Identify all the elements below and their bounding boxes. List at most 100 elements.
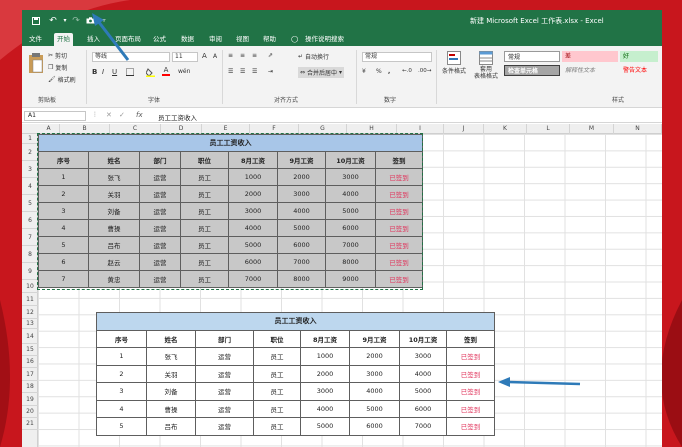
- comma-style-icon[interactable]: ,: [388, 68, 390, 75]
- row-header-5[interactable]: 5: [22, 195, 38, 212]
- column-header-cell[interactable]: 部门: [195, 329, 254, 348]
- column-header-cell[interactable]: 姓名: [146, 329, 196, 348]
- table-cell[interactable]: 刘备: [146, 382, 196, 401]
- table-cell[interactable]: 7000: [277, 253, 326, 271]
- table-cell[interactable]: 6000: [277, 236, 326, 254]
- grow-font-button[interactable]: A: [202, 52, 207, 60]
- tab-home[interactable]: 开始: [54, 33, 73, 46]
- table-cell[interactable]: 4000: [277, 202, 326, 220]
- column-header-cell[interactable]: 序号: [96, 329, 147, 348]
- table-cell[interactable]: 3: [38, 202, 89, 220]
- decrease-decimal-icon[interactable]: .00→: [418, 68, 431, 74]
- table-cell[interactable]: 2000: [349, 347, 400, 366]
- align-bottom-icon[interactable]: ≡: [252, 52, 257, 59]
- style-warning[interactable]: 警告文本: [620, 65, 658, 76]
- table-cell[interactable]: 2000: [277, 168, 326, 186]
- align-center-icon[interactable]: ☰: [240, 68, 245, 75]
- align-right-icon[interactable]: ☰: [252, 68, 257, 75]
- table-cell[interactable]: 4000: [325, 185, 376, 203]
- undo-dropdown-icon[interactable]: ▾: [62, 14, 68, 27]
- signin-status-cell[interactable]: 已签到: [375, 168, 423, 186]
- signin-status-cell[interactable]: 已签到: [446, 347, 495, 366]
- signin-status-cell[interactable]: 已签到: [446, 417, 495, 436]
- column-header-cell[interactable]: 9月工资: [277, 151, 326, 169]
- row-header-4[interactable]: 4: [22, 178, 38, 195]
- table-cell[interactable]: 运营: [139, 202, 181, 220]
- table-cell[interactable]: 7000: [228, 270, 278, 288]
- table-cell[interactable]: 员工: [180, 185, 229, 203]
- table-title[interactable]: 员工工资收入: [96, 312, 495, 331]
- table-cell[interactable]: 6000: [399, 399, 447, 418]
- table-cell[interactable]: 4: [96, 399, 147, 418]
- tab-page-layout[interactable]: 页面布局: [112, 33, 144, 46]
- row-header-17[interactable]: 17: [22, 368, 38, 381]
- column-header-cell[interactable]: 8月工资: [228, 151, 278, 169]
- currency-icon[interactable]: ¥: [362, 68, 366, 75]
- indent-icon[interactable]: ⇥: [268, 68, 273, 75]
- table-cell[interactable]: 运营: [139, 270, 181, 288]
- column-header-cell[interactable]: 10月工资: [399, 329, 447, 348]
- column-header-cell[interactable]: 姓名: [88, 151, 140, 169]
- table-cell[interactable]: 4000: [349, 382, 400, 401]
- table-cell[interactable]: 运营: [195, 417, 254, 436]
- table-cell[interactable]: 员工: [180, 236, 229, 254]
- signin-status-cell[interactable]: 已签到: [375, 219, 423, 237]
- tab-review[interactable]: 审阅: [206, 33, 225, 46]
- row-header-13[interactable]: 13: [22, 319, 38, 329]
- conditional-formatting-button[interactable]: 条件格式: [440, 51, 468, 75]
- redo-icon[interactable]: ↷: [70, 14, 82, 27]
- column-header-j[interactable]: J: [444, 124, 484, 134]
- row-header-10[interactable]: 10: [22, 280, 38, 293]
- column-header-cell[interactable]: 9月工资: [349, 329, 400, 348]
- signin-status-cell[interactable]: 已签到: [375, 185, 423, 203]
- column-header-m[interactable]: M: [570, 124, 614, 134]
- column-header-b[interactable]: B: [60, 124, 110, 134]
- table-cell[interactable]: 关羽: [88, 185, 140, 203]
- table-cell[interactable]: 6: [38, 253, 89, 271]
- table-cell[interactable]: 2000: [228, 185, 278, 203]
- table-cell[interactable]: 员工: [180, 253, 229, 271]
- table-cell[interactable]: 3000: [300, 382, 350, 401]
- column-header-i[interactable]: I: [397, 124, 444, 134]
- row-header-18[interactable]: 18: [22, 381, 38, 393]
- signin-status-cell[interactable]: 已签到: [446, 382, 495, 401]
- table-cell[interactable]: 6000: [325, 219, 376, 237]
- column-header-l[interactable]: L: [527, 124, 570, 134]
- table-cell[interactable]: 运营: [139, 168, 181, 186]
- formula-input[interactable]: 员工工资收入: [158, 112, 197, 122]
- align-top-icon[interactable]: ≡: [228, 52, 233, 59]
- column-header-cell[interactable]: 序号: [38, 151, 89, 169]
- table-cell[interactable]: 4000: [228, 219, 278, 237]
- table-cell[interactable]: 3000: [399, 347, 447, 366]
- table-cell[interactable]: 员工: [253, 382, 301, 401]
- table-cell[interactable]: 赵云: [88, 253, 140, 271]
- tab-formulas[interactable]: 公式: [150, 33, 169, 46]
- table-cell[interactable]: 吕布: [88, 236, 140, 254]
- save-icon[interactable]: [30, 14, 41, 27]
- font-color-button[interactable]: A: [162, 67, 170, 76]
- align-left-icon[interactable]: ☰: [228, 68, 233, 75]
- table-cell[interactable]: 6000: [228, 253, 278, 271]
- column-header-c[interactable]: C: [110, 124, 161, 134]
- table-cell[interactable]: 3000: [277, 185, 326, 203]
- signin-status-cell[interactable]: 已签到: [375, 270, 423, 288]
- table-cell[interactable]: 员工: [253, 417, 301, 436]
- table-cell[interactable]: 吕布: [146, 417, 196, 436]
- column-header-g[interactable]: G: [299, 124, 347, 134]
- column-header-cell[interactable]: 职位: [180, 151, 229, 169]
- column-header-cell[interactable]: 部门: [139, 151, 181, 169]
- table-cell[interactable]: 员工: [180, 168, 229, 186]
- row-header-7[interactable]: 7: [22, 229, 38, 246]
- table-cell[interactable]: 黄忠: [88, 270, 140, 288]
- column-header-f[interactable]: F: [250, 124, 299, 134]
- style-normal[interactable]: 常规: [504, 51, 560, 62]
- table-cell[interactable]: 5000: [349, 399, 400, 418]
- row-header-14[interactable]: 14: [22, 329, 38, 344]
- table-cell[interactable]: 员工: [253, 399, 301, 418]
- column-header-cell[interactable]: 签到: [375, 151, 423, 169]
- phonetic-guide-button[interactable]: wén: [178, 68, 190, 75]
- table-cell[interactable]: 张飞: [146, 347, 196, 366]
- row-header-20[interactable]: 20: [22, 406, 38, 418]
- table-cell[interactable]: 8000: [277, 270, 326, 288]
- signin-status-cell[interactable]: 已签到: [375, 202, 423, 220]
